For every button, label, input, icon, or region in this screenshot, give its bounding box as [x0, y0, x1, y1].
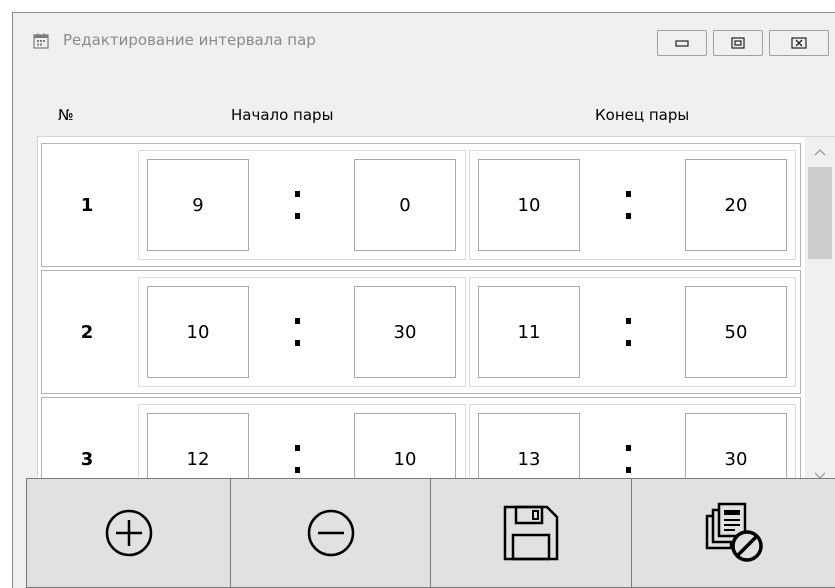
row-number: 2 [80, 321, 94, 343]
remove-interval-button[interactable] [230, 478, 432, 588]
start-time-group: 9 0 [138, 150, 466, 260]
start-minute-field[interactable]: 0 [354, 159, 456, 251]
window-body: Редактирование интервала пар № Начало па… [12, 12, 835, 588]
remove-circle-icon [306, 508, 356, 558]
save-button[interactable] [430, 478, 632, 588]
window-top-edge [0, 0, 835, 12]
time-separator [278, 159, 318, 251]
time-separator [609, 413, 649, 487]
maximize-icon [731, 37, 745, 49]
start-hour-field[interactable]: 10 [147, 286, 249, 378]
end-time-group: 11 50 [469, 277, 796, 387]
start-time-group: 10 30 [138, 277, 466, 387]
end-time-group: 13 30 [469, 404, 796, 487]
minimize-button[interactable] [657, 30, 707, 56]
scroll-up-button[interactable] [805, 137, 835, 163]
header-end: Конец пары [595, 106, 690, 124]
close-icon [791, 37, 807, 49]
maximize-button[interactable] [713, 30, 763, 56]
app-window: Редактирование интервала пар № Начало па… [0, 0, 835, 588]
add-circle-icon [104, 508, 154, 558]
interval-row: 3 12 10 13 30 [41, 397, 801, 487]
row-number: 1 [80, 194, 94, 216]
window-title: Редактирование интервала пар [63, 31, 316, 49]
scrollbar-thumb[interactable] [808, 167, 832, 259]
header-start: Начало пары [231, 106, 334, 124]
start-minute-field[interactable]: 30 [354, 286, 456, 378]
intervals-list[interactable]: 1 9 0 10 20 2 10 30 11 50 3 12 10 13 30 [37, 136, 835, 488]
save-floppy-icon [501, 503, 561, 563]
calendar-icon [33, 33, 49, 49]
clear-intervals-button[interactable] [631, 478, 835, 588]
start-minute-field[interactable]: 10 [354, 413, 456, 487]
add-interval-button[interactable] [26, 478, 231, 588]
row-number: 3 [80, 448, 94, 470]
interval-row: 2 10 30 11 50 [41, 270, 801, 394]
time-separator [278, 413, 318, 487]
end-minute-field[interactable]: 30 [685, 413, 787, 487]
vertical-scrollbar[interactable] [805, 137, 835, 487]
clear-list-icon [703, 502, 765, 564]
header-number: № [58, 106, 74, 124]
time-separator [278, 286, 318, 378]
minimize-icon [675, 38, 689, 48]
time-separator [609, 159, 649, 251]
close-button[interactable] [769, 30, 829, 56]
start-time-group: 12 10 [138, 404, 466, 487]
title-bar[interactable]: Редактирование интервала пар [13, 13, 835, 73]
end-hour-field[interactable]: 10 [478, 159, 580, 251]
start-hour-field[interactable]: 12 [147, 413, 249, 487]
end-time-group: 10 20 [469, 150, 796, 260]
window-left-edge [0, 0, 12, 588]
end-hour-field[interactable]: 11 [478, 286, 580, 378]
interval-row: 1 9 0 10 20 [41, 143, 801, 267]
chevron-up-icon [814, 141, 826, 160]
end-minute-field[interactable]: 20 [685, 159, 787, 251]
start-hour-field[interactable]: 9 [147, 159, 249, 251]
end-hour-field[interactable]: 13 [478, 413, 580, 487]
time-separator [609, 286, 649, 378]
end-minute-field[interactable]: 50 [685, 286, 787, 378]
